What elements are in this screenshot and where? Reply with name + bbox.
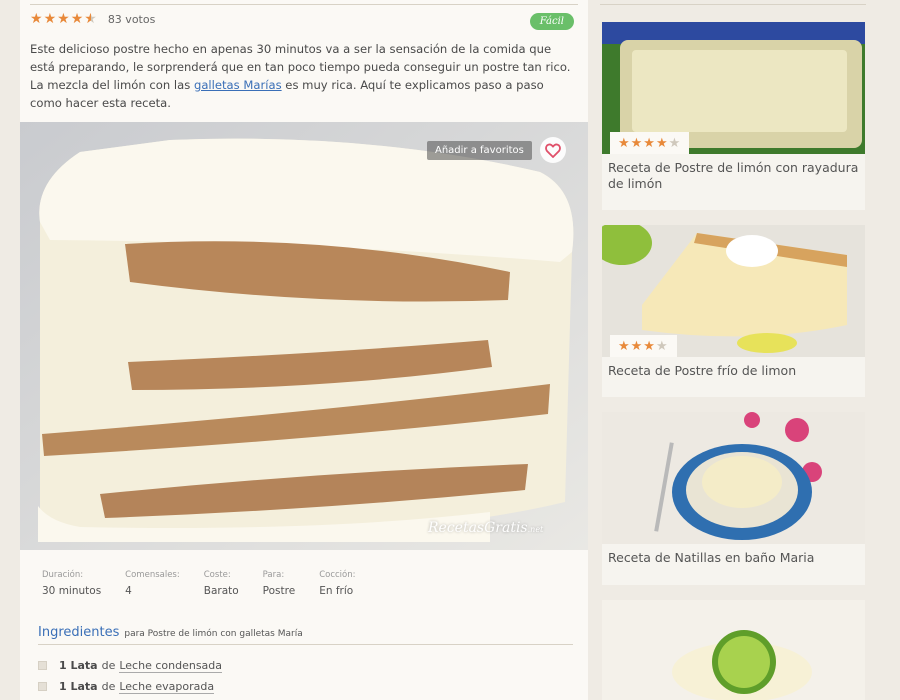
watermark: RecetasGratis.net <box>428 520 543 536</box>
fact-label: Coste: <box>203 570 231 580</box>
card-rating: ★★★★ <box>610 335 677 357</box>
watermark-text: RecetasGratis <box>428 520 528 536</box>
favorites-label[interactable]: Añadir a favoritos <box>427 140 532 160</box>
ingredient-prep: de <box>101 680 116 693</box>
star-icon[interactable]: ★ <box>44 12 58 26</box>
ingredient-item[interactable]: 1 Lata de Leche evaporada <box>38 676 222 697</box>
natillas-image <box>602 412 865 544</box>
lime-cream-image <box>602 600 865 700</box>
star-half-icon: ★ <box>668 136 682 151</box>
related-recipes: ★★★★★ Receta de Postre de limón con raya… <box>600 0 866 700</box>
recipe-facts: Duración: 30 minutos Comensales: 4 Coste… <box>42 570 379 597</box>
card-image[interactable]: ★★★★ <box>602 225 865 357</box>
watermark-suffix: .net <box>527 525 544 534</box>
recipe-rating[interactable]: ★ ★ ★ ★ ★ 83 votos <box>30 12 155 26</box>
ingredients-header: Ingredientes para Postre de limón con ga… <box>38 625 573 645</box>
card-image[interactable]: ★★★★★ <box>602 22 865 154</box>
card-title[interactable]: Receta de Natillas en baño Maria <box>602 544 865 566</box>
ingredient-qty: 1 Lata <box>59 659 98 672</box>
ingredients-title: Ingredientes <box>38 625 120 640</box>
divider <box>30 4 578 5</box>
recipe-main: ★ ★ ★ ★ ★ 83 votos Fácil Este delicioso … <box>20 0 588 700</box>
related-card[interactable]: Receta de Natillas en baño Maria <box>602 412 865 585</box>
ingredient-qty: 1 Lata <box>59 680 98 693</box>
star-icon: ★★★★ <box>618 136 669 151</box>
ingredient-prep: de <box>101 659 116 672</box>
ingredient-link[interactable]: Leche condensada <box>119 659 223 673</box>
fact-cost: Coste: Barato <box>204 570 239 597</box>
ingredient-item[interactable]: 1 Lata de Leche condensada <box>38 655 223 676</box>
card-title[interactable]: Receta de Postre de limón con rayadura d… <box>602 154 865 192</box>
intro-link-galletas[interactable]: galletas Marías <box>194 78 282 92</box>
star-half-icon[interactable]: ★ <box>84 12 98 26</box>
ingredient-link[interactable]: Leche evaporada <box>119 680 215 694</box>
card-title[interactable]: Receta de Postre frío de limon <box>602 357 865 379</box>
fact-value: Postre <box>262 585 296 597</box>
related-card[interactable]: ★★★★ Receta de Postre frío de limon <box>602 225 865 397</box>
fact-course: Para: Postre <box>263 570 296 597</box>
cake-image <box>20 122 588 550</box>
difficulty-badge: Fácil <box>529 13 574 30</box>
fact-label: Para: <box>262 570 285 580</box>
fact-value: 30 minutos <box>42 585 102 597</box>
fact-value: En frío <box>319 585 354 597</box>
fact-value: Barato <box>203 585 239 597</box>
ingredient-checkbox[interactable] <box>38 661 47 670</box>
star-icon: ★ <box>655 339 669 354</box>
ingredient-checkbox[interactable] <box>38 682 47 691</box>
fact-value: 4 <box>125 585 132 597</box>
recipe-intro: Este delicioso postre hecho en apenas 30… <box>30 40 578 112</box>
star-icon: ★★★ <box>618 339 656 354</box>
star-icon[interactable]: ★ <box>71 12 85 26</box>
fact-label: Comensales: <box>125 570 180 580</box>
related-card[interactable]: ★★★★★ Receta de Postre de limón con raya… <box>602 22 865 210</box>
related-card[interactable] <box>602 600 865 700</box>
star-icon[interactable]: ★ <box>30 12 44 26</box>
card-image[interactable] <box>602 600 865 700</box>
fact-cooking: Cocción: En frío <box>319 570 355 597</box>
ingredients-list: 1 Lata de Leche condensada 1 Lata de Lec… <box>38 655 223 697</box>
fact-label: Cocción: <box>319 570 356 580</box>
card-rating: ★★★★★ <box>610 132 690 154</box>
rating-stars[interactable]: ★ ★ ★ ★ ★ <box>30 12 98 26</box>
divider <box>600 4 866 5</box>
fact-duration: Duración: 30 minutos <box>42 570 101 597</box>
add-to-favorites[interactable]: Añadir a favoritos <box>427 137 566 163</box>
fact-servings: Comensales: 4 <box>125 570 180 597</box>
star-icon[interactable]: ★ <box>57 12 71 26</box>
votes-count: 83 votos <box>107 12 156 26</box>
ingredients-subtitle: para Postre de limón con galletas María <box>124 629 303 639</box>
recipe-photo <box>20 122 588 550</box>
card-image[interactable] <box>602 412 865 544</box>
heart-icon[interactable] <box>539 137 566 163</box>
fact-label: Duración: <box>42 570 84 580</box>
